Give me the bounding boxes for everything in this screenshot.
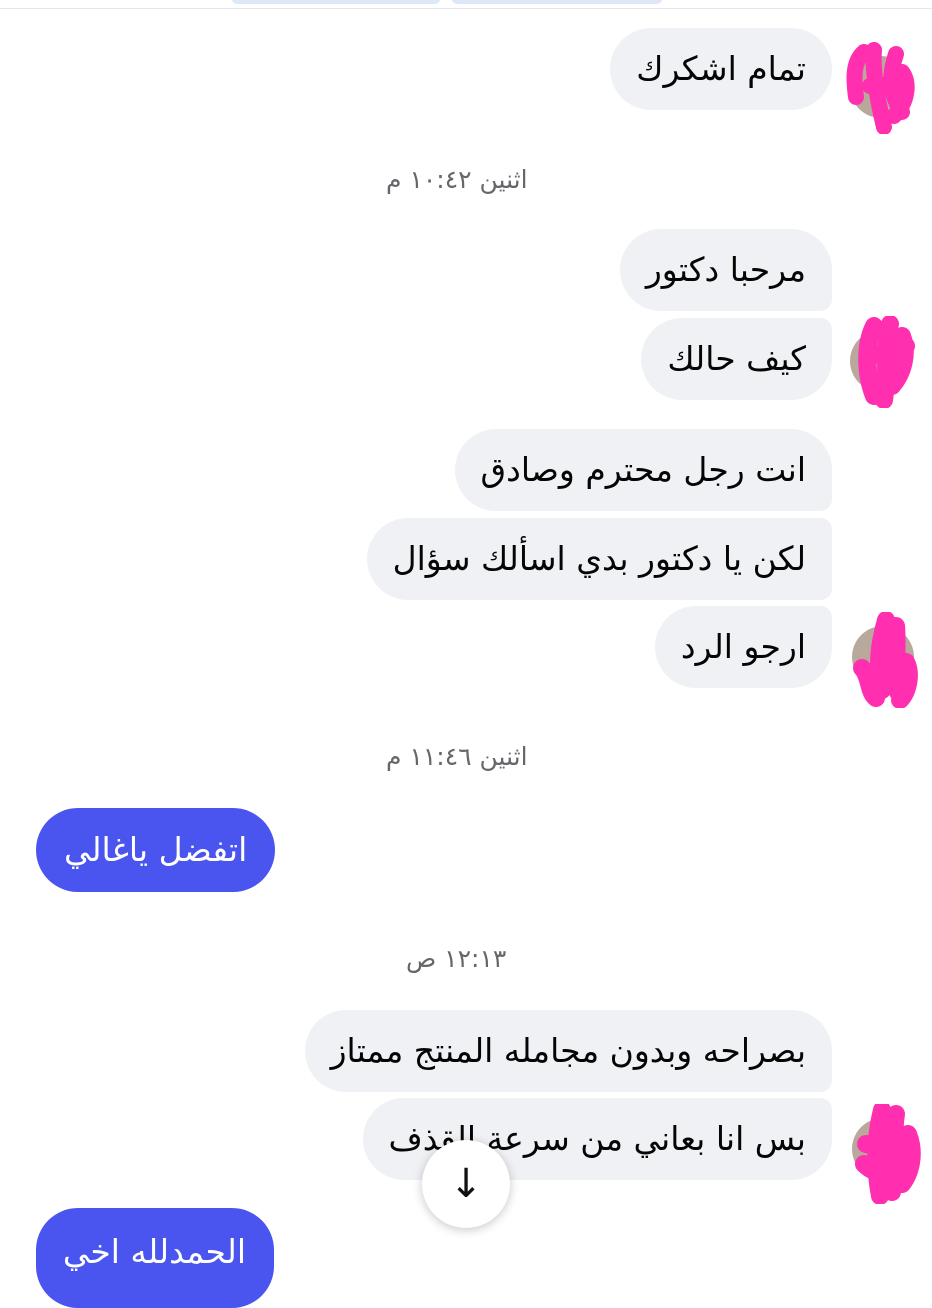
message-text: ارجو الرد bbox=[680, 627, 806, 666]
message-bubble-incoming[interactable]: مرحبا دكتور bbox=[619, 229, 832, 311]
scroll-to-bottom-button[interactable]: ↓ bbox=[422, 1140, 510, 1228]
redaction-scribble bbox=[855, 1104, 921, 1204]
top-tab-2[interactable] bbox=[452, 0, 662, 4]
message-text: انت رجل محترم وصادق bbox=[480, 450, 806, 489]
message-text: اتفضل ياغالي bbox=[64, 830, 248, 869]
redaction-scribble bbox=[858, 316, 915, 408]
avatar[interactable] bbox=[846, 42, 915, 134]
message-text: لكن يا دكتور بدي اسألك سؤال bbox=[392, 539, 806, 578]
message-text: مرحبا دكتور bbox=[645, 250, 806, 289]
avatar[interactable] bbox=[852, 612, 918, 708]
message-bubble-incoming[interactable]: بصراحه وبدون مجامله المنتج ممتاز bbox=[304, 1010, 832, 1092]
message-bubble-incoming[interactable]: انت رجل محترم وصادق bbox=[454, 429, 832, 511]
message-bubble-outgoing[interactable]: الحمدلله اخي bbox=[36, 1208, 274, 1308]
message-bubble-incoming[interactable]: تمام اشكرك bbox=[610, 28, 832, 110]
redaction-scribble bbox=[853, 612, 918, 708]
avatar[interactable] bbox=[850, 316, 915, 408]
top-edge bbox=[0, 0, 932, 9]
message-bubble-outgoing[interactable]: اتفضل ياغالي bbox=[36, 808, 276, 892]
message-text: كيف حالك bbox=[667, 339, 806, 378]
top-tab-1[interactable] bbox=[232, 0, 440, 4]
timestamp: ١٢:١٣ ص bbox=[406, 944, 507, 973]
message-text: بصراحه وبدون مجامله المنتج ممتاز bbox=[330, 1031, 806, 1070]
redaction-scribble bbox=[846, 42, 915, 134]
timestamp: اثنين ١٠:٤٢ م bbox=[386, 165, 528, 194]
avatar[interactable] bbox=[852, 1104, 921, 1204]
message-text: الحمدلله اخي bbox=[62, 1232, 246, 1271]
timestamp: اثنين ١١:٤٦ م bbox=[386, 742, 528, 771]
arrow-down-icon: ↓ bbox=[449, 1161, 483, 1207]
message-bubble-incoming[interactable]: ارجو الرد bbox=[654, 606, 832, 688]
message-bubble-incoming[interactable]: لكن يا دكتور بدي اسألك سؤال bbox=[366, 518, 832, 600]
message-text: تمام اشكرك bbox=[636, 49, 806, 88]
message-bubble-incoming[interactable]: كيف حالك bbox=[641, 318, 832, 400]
